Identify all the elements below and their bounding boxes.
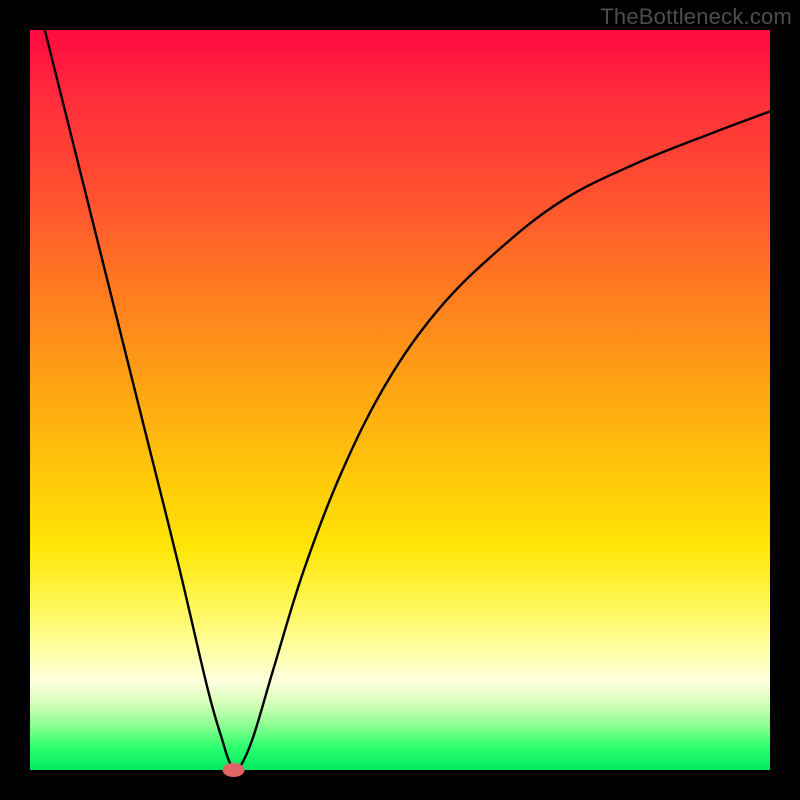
chart-frame: TheBottleneck.com bbox=[0, 0, 800, 800]
minimum-marker bbox=[223, 763, 245, 777]
bottleneck-curve bbox=[30, 30, 770, 770]
curve-line bbox=[45, 30, 770, 771]
watermark-text: TheBottleneck.com bbox=[600, 4, 792, 30]
plot-area bbox=[30, 30, 770, 770]
